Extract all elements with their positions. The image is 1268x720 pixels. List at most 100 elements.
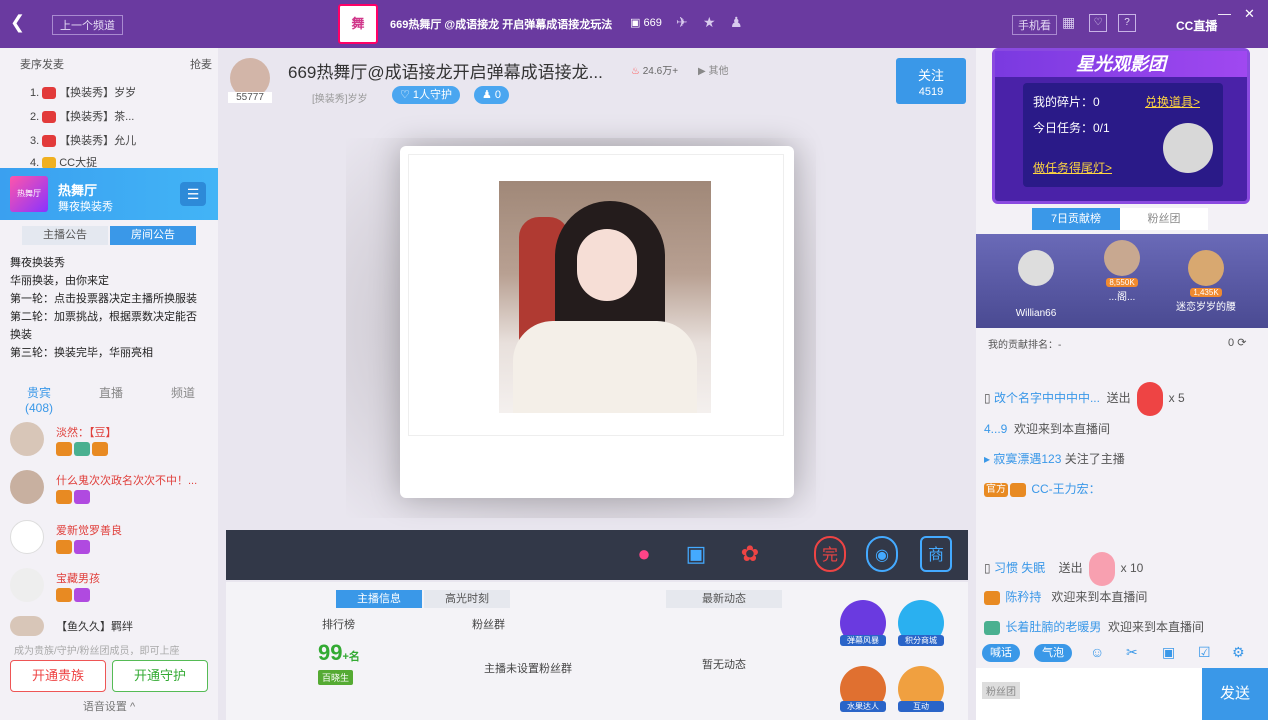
fan-group-tag[interactable]: 粉丝团 [982, 682, 1020, 699]
tab-latest-news[interactable]: 最新动态 [666, 590, 782, 608]
sweater-shape [513, 321, 697, 413]
tab-7day-rank[interactable]: 7日贡献榜 [1032, 208, 1120, 230]
chat-user[interactable]: CC-王力宏： [1031, 482, 1100, 496]
chat-text: 关注了主播 [1064, 452, 1125, 466]
chat-text: 送出 [1058, 561, 1083, 576]
prev-channel-button[interactable]: 上一个频道 [52, 15, 123, 35]
tab-guests[interactable]: 贵宾 (408) [4, 384, 74, 415]
chat-user[interactable]: 改个名字中中中中... [994, 391, 1100, 405]
open-noble-button[interactable]: 开通贵族 [10, 660, 106, 692]
task-link[interactable]: 做任务得尾灯> [1033, 159, 1112, 176]
video-frame [408, 154, 784, 436]
badge-icon [74, 442, 90, 456]
balloon-icon[interactable]: ● [628, 536, 660, 572]
other-button[interactable]: ▶ 其他 [698, 62, 728, 77]
bag-icon[interactable]: ◉ [866, 536, 898, 572]
chat-user[interactable]: 长着肚腩的老暖男 [1005, 620, 1101, 634]
bubble-button[interactable]: 气泡 [1034, 644, 1072, 662]
chat-user[interactable]: 4...9 [984, 422, 1007, 436]
menu-icon[interactable]: ☰ [180, 182, 206, 206]
room-card[interactable]: 热舞厅 热舞厅 舞夜换装秀 ☰ [0, 168, 218, 220]
list-item[interactable]: 什么鬼次次政名次次不中！... [10, 470, 210, 514]
complete-icon[interactable]: 完 [814, 536, 846, 572]
task-count: 今日任务：0/1 [1033, 121, 1110, 135]
fans-button[interactable]: ♟ 0 [474, 86, 510, 104]
grid-icon[interactable]: ▦ [1062, 14, 1075, 31]
redeem-link[interactable]: 兑换道具> [1145, 93, 1200, 110]
podium-name: 迷恋岁岁的腰 [1176, 302, 1236, 313]
badge-icon [1010, 482, 1026, 497]
shop-icon[interactable]: 商 [920, 536, 952, 572]
list-item[interactable]: 3. 【换装秀】允儿 [30, 132, 136, 148]
phone-view-button[interactable]: 手机看 [1012, 15, 1057, 35]
fruit-master-button[interactable]: 水果达人 [840, 666, 886, 712]
send-button[interactable]: 发送 [1202, 668, 1268, 720]
danmu-storm-button[interactable]: 弹幕风暴 [840, 600, 886, 646]
list-item[interactable]: 2. 【换装秀】茶... [30, 108, 134, 124]
tab-anchor-info[interactable]: 主播信息 [336, 590, 422, 608]
plane-icon[interactable]: ✈ [676, 14, 688, 31]
open-guard-button[interactable]: 开通守护 [112, 660, 208, 692]
tab-anchor-notice[interactable]: 主播公告 [22, 226, 108, 245]
close-icon[interactable]: ✕ [1244, 6, 1255, 22]
tab-live[interactable]: 直播 [76, 384, 146, 401]
chat-user[interactable]: 习惯 失眠 [994, 561, 1045, 575]
list-item[interactable]: 淡然：【豆】 [10, 422, 210, 466]
help-icon[interactable]: ? [1118, 14, 1136, 32]
flower-gift-icon[interactable]: ✿ [734, 536, 766, 572]
list-item[interactable]: 宝藏男孩 [10, 568, 210, 612]
chevron-left-icon[interactable]: ❮ [10, 12, 25, 33]
notice-text: 舞夜换装秀 华丽换装，由你来定 第一轮：点击投票器决定主播所换服装 第二轮：加票… [10, 254, 206, 362]
podium-2[interactable]: Willian66 [1006, 250, 1066, 319]
podium-1[interactable]: 8,550K ...阁... [1092, 240, 1152, 303]
star-icon[interactable]: ★ [703, 14, 716, 31]
follow-button[interactable]: 关注 4519 [896, 58, 966, 104]
phone-icon: ▯ [984, 391, 991, 406]
podium-value: 1,435K [1190, 288, 1222, 297]
list-item[interactable]: 1. 【换装秀】岁岁 [30, 84, 136, 100]
seat-hint: 成为贵族/守护/粉丝团成员，即可上座 [14, 646, 180, 657]
shout-button[interactable]: 喊话 [982, 644, 1020, 662]
chat-message: ▸ 寂寞漂遇123 关注了主播 [984, 450, 1260, 467]
anchor-tag: [换装秀]岁岁 [312, 94, 368, 105]
play-icon: ▶ [698, 66, 706, 77]
users-icon[interactable]: ♟ [730, 14, 743, 31]
chat-text: 欢迎来到本直播间 [1051, 590, 1148, 604]
voice-settings-button[interactable]: 语音设置 ^ [0, 696, 218, 718]
minimize-icon[interactable]: — [1218, 6, 1231, 21]
chat-user[interactable]: 寂寞漂遇123 [993, 452, 1061, 466]
tv-gift-icon[interactable]: ▣ [680, 536, 712, 572]
tab-highlights[interactable]: 高光时刻 [424, 590, 510, 608]
chat-input[interactable]: 粉丝团 [976, 668, 1202, 720]
grab-mic-button[interactable]: 抢麦 [190, 56, 212, 72]
points-mall-button[interactable]: 积分商城 [898, 600, 944, 646]
video-player[interactable] [400, 146, 794, 498]
score-suffix: +名 [342, 651, 360, 663]
no-news-text: 暂无动态 [702, 659, 746, 671]
notice-line: 舞夜换装秀 [10, 257, 65, 269]
emoji-icon[interactable]: ☺ [1090, 644, 1104, 660]
tab-fan-club[interactable]: 粉丝团 [1120, 208, 1208, 230]
tab-channel[interactable]: 频道 [148, 384, 218, 401]
podium-3[interactable]: 1,435K 迷恋岁岁的腰 [1176, 250, 1236, 313]
image-icon[interactable]: ▣ [1162, 644, 1175, 661]
bell-icon[interactable]: ♡ [1089, 14, 1107, 32]
rank-name: 【换装秀】茶... [59, 111, 135, 123]
settings-icon[interactable]: ⚙ [1232, 644, 1245, 661]
avatar [1018, 250, 1054, 286]
gift-count: x 5 [1168, 391, 1185, 406]
event-banner[interactable]: 星光观影团 我的碎片：0 兑换道具> 今日任务：0/1 做任务得尾灯> [992, 48, 1250, 204]
chat-user[interactable]: 陈矜持 [1005, 590, 1041, 604]
rank-num: 3. [30, 135, 40, 147]
list-item[interactable]: 爱新觉罗善良 [10, 520, 210, 564]
gift-toolbar: ● ▣ ✿ 完 ◉ 商 [226, 530, 968, 580]
scissors-icon[interactable]: ✂ [1126, 644, 1138, 661]
guard-button[interactable]: ♡ 1人守护 [392, 86, 461, 104]
lock-icon[interactable]: ☑ [1198, 644, 1211, 661]
interact-button[interactable]: 互动 [898, 666, 944, 712]
list-item[interactable]: 【鱼久久】羁绊 [10, 616, 210, 638]
reward-ball-icon [1163, 123, 1213, 173]
tab-room-notice[interactable]: 房间公告 [110, 226, 196, 245]
badge-icon [56, 588, 72, 602]
refresh-icon[interactable]: ⟳ [1237, 337, 1246, 349]
